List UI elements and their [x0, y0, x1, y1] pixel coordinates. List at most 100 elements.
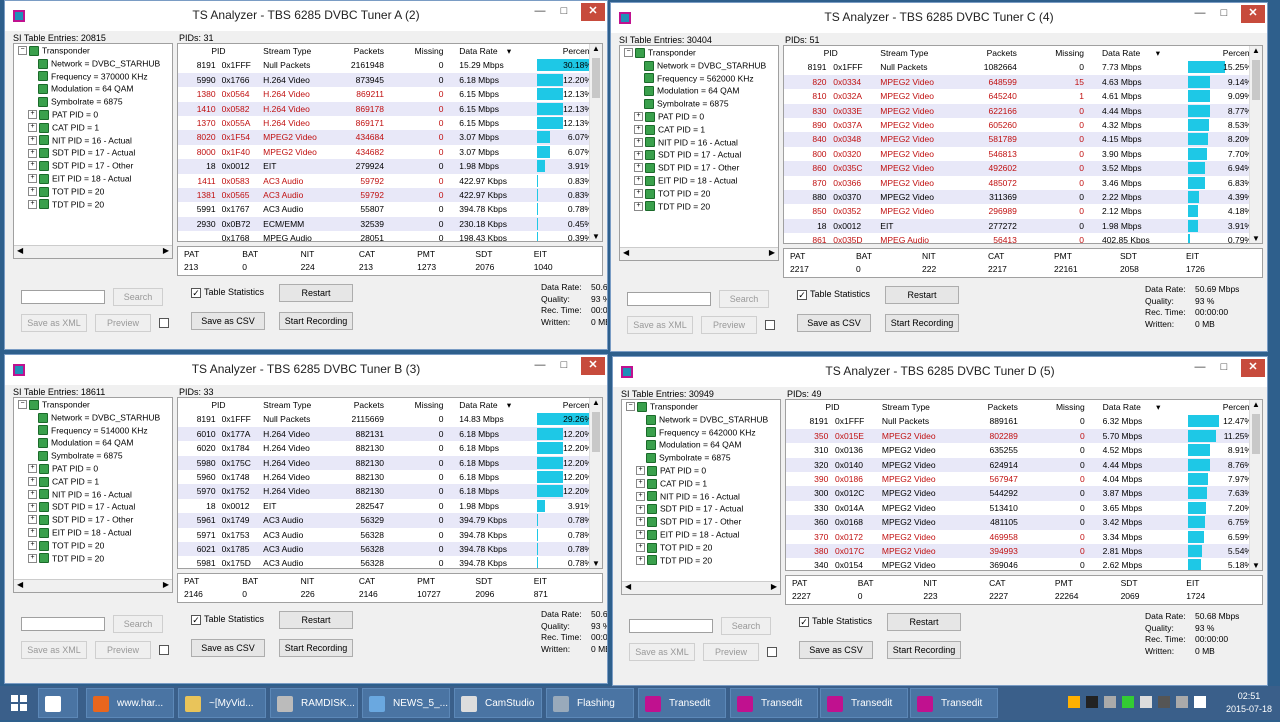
expand-icon[interactable]: +	[28, 553, 37, 563]
table-row[interactable]: 18 0x0012 EIT 282547 0 1.98 Mbps 3.91%	[178, 499, 602, 513]
start-recording-button[interactable]: Start Recording	[279, 312, 353, 330]
taskbar-item[interactable]: Flashing	[546, 688, 634, 718]
table-row[interactable]: 8020 0x1F54 MPEG2 Video 434684 0 3.07 Mbps 6.0…	[178, 130, 602, 145]
preview-checkbox[interactable]	[159, 318, 169, 328]
table-statistics-checkbox[interactable]: ✓	[797, 290, 807, 300]
expand-icon[interactable]: +	[636, 491, 645, 501]
table-vertical-scrollbar[interactable]: ▲ ▼	[1249, 400, 1262, 570]
tree-node[interactable]: Modulation = 64 QAM	[620, 84, 778, 97]
expand-icon[interactable]: +	[634, 150, 643, 160]
table-row[interactable]: 360 0x0168 MPEG2 Video 481105 0 3.42 Mbps 6.75…	[786, 515, 1262, 530]
restart-button[interactable]: Restart	[887, 613, 961, 631]
table-row[interactable]: 370 0x0172 MPEG2 Video 469958 0 3.34 Mbps 6.59…	[786, 530, 1262, 544]
column-header[interactable]: Percent	[527, 44, 592, 58]
close-button[interactable]: ✕	[1241, 359, 1265, 377]
pid-table[interactable]: PID Stream Type Packets Missing Data Rate Per…	[177, 43, 603, 242]
tree-node[interactable]: Modulation = 64 QAM	[622, 438, 780, 451]
tree-node[interactable]: + SDT PID = 17 - Actual	[14, 146, 172, 159]
table-row[interactable]: 320 0x0140 MPEG2 Video 624914 0 4.44 Mbps 8.76…	[786, 457, 1262, 472]
tree-node[interactable]: + SDT PID = 17 - Other	[622, 515, 780, 528]
table-row[interactable]: 0x1768 MPEG Audio 28051 0 198.43 Kbps 0.39%	[178, 231, 602, 241]
start-recording-button[interactable]: Start Recording	[885, 314, 959, 332]
table-row[interactable]: 350 0x015E MPEG2 Video 802289 0 5.70 Mbps 11.2…	[786, 428, 1262, 444]
tree-node[interactable]: Network = DVBC_STARHUB	[622, 413, 780, 426]
column-header[interactable]: PID	[178, 398, 225, 412]
tree-node[interactable]: − Transponder	[622, 400, 780, 413]
tree-horizontal-scrollbar[interactable]: ◀ ▶	[14, 245, 172, 258]
maximize-button[interactable]: □	[551, 357, 577, 375]
tree-node[interactable]: Network = DVBC_STARHUB	[620, 59, 778, 72]
table-row[interactable]: 340 0x0154 MPEG2 Video 369046 0 2.62 Mbps 5.18…	[786, 558, 1262, 570]
expand-icon[interactable]: +	[28, 489, 37, 499]
scroll-up-icon[interactable]: ▲	[1250, 46, 1262, 55]
taskbar-item[interactable]: RAMDISK...	[270, 688, 358, 718]
save-as-xml-button[interactable]: Save as XML	[21, 641, 87, 659]
table-row[interactable]: 390 0x0186 MPEG2 Video 567947 0 4.04 Mbps 7.97…	[786, 472, 1262, 486]
tree-node[interactable]: + PAT PID = 0	[622, 464, 780, 477]
si-tree[interactable]: − Transponder Network = DVBC_STARHUB Freque…	[619, 45, 779, 261]
taskbar-item[interactable]: ~[MyVid...	[178, 688, 266, 718]
preview-checkbox[interactable]	[767, 647, 777, 657]
tree-node[interactable]: + PAT PID = 0	[620, 110, 778, 123]
table-row[interactable]: 310 0x0136 MPEG2 Video 635255 0 4.52 Mbps 8.91…	[786, 443, 1262, 457]
expand-icon[interactable]: +	[28, 187, 37, 197]
scroll-right-icon[interactable]: ▶	[771, 582, 777, 591]
expand-icon[interactable]: +	[634, 112, 643, 122]
column-header[interactable]: Packets	[327, 44, 384, 58]
tree-node[interactable]: Network = DVBC_STARHUB	[14, 57, 172, 70]
column-header[interactable]: Percent	[1178, 400, 1252, 414]
search-input[interactable]	[629, 619, 713, 633]
tree-node[interactable]: Modulation = 64 QAM	[14, 82, 172, 95]
start-button[interactable]	[0, 686, 38, 720]
expand-icon[interactable]: +	[634, 125, 643, 135]
tree-node[interactable]: + TOT PID = 20	[622, 541, 780, 554]
search-button[interactable]: Search	[719, 290, 769, 308]
tree-node[interactable]: + PAT PID = 0	[14, 108, 172, 121]
table-row[interactable]: 880 0x0370 MPEG2 Video 311369 0 2.22 Mbps 4.39…	[784, 189, 1262, 205]
expand-icon[interactable]: +	[28, 135, 37, 145]
restart-button[interactable]: Restart	[885, 286, 959, 304]
sort-desc-icon[interactable]: ▾	[1156, 400, 1160, 414]
tree-node[interactable]: Symbolrate = 6875	[14, 95, 172, 108]
expand-icon[interactable]: +	[28, 110, 37, 120]
save-as-csv-button[interactable]: Save as CSV	[799, 641, 873, 659]
scroll-thumb[interactable]	[1252, 414, 1260, 454]
table-row[interactable]: 18 0x0012 EIT 279924 0 1.98 Mbps 3.91%	[178, 159, 602, 174]
table-row[interactable]: 5991 0x1767 AC3 Audio 55807 0 394.78 Kbps 0.78…	[178, 202, 602, 216]
expand-icon[interactable]: +	[28, 174, 37, 184]
table-row[interactable]: 5971 0x1753 AC3 Audio 56328 0 394.78 Kbps 0.78…	[178, 528, 602, 542]
scroll-up-icon[interactable]: ▲	[1250, 400, 1262, 409]
table-row[interactable]: 1380 0x0564 H.264 Video 869211 0 6.15 Mbps 12.…	[178, 87, 602, 101]
scroll-left-icon[interactable]: ◀	[17, 580, 23, 589]
tree-node[interactable]: + EIT PID = 18 - Actual	[14, 526, 172, 539]
expand-icon[interactable]: +	[636, 479, 645, 489]
column-header[interactable]: PID	[786, 400, 839, 414]
scroll-left-icon[interactable]: ◀	[625, 582, 631, 591]
column-header[interactable]: Packets	[327, 398, 384, 412]
minimize-button[interactable]: —	[527, 3, 553, 21]
table-row[interactable]: 6020 0x1784 H.264 Video 882130 0 6.18 Mbps 12.…	[178, 441, 602, 455]
table-vertical-scrollbar[interactable]: ▲ ▼	[589, 398, 602, 568]
column-header[interactable]: Packets	[952, 46, 1017, 60]
sort-desc-icon[interactable]: ▾	[507, 44, 511, 58]
taskbar-item[interactable]: NEWS_5_...	[362, 688, 450, 718]
restart-button[interactable]: Restart	[279, 284, 353, 302]
column-header[interactable]: Missing	[388, 398, 444, 412]
tree-horizontal-scrollbar[interactable]: ◀ ▶	[622, 581, 780, 594]
tree-node[interactable]: + SDT PID = 17 - Actual	[14, 500, 172, 513]
tree-node[interactable]: Symbolrate = 6875	[620, 97, 778, 110]
expand-icon[interactable]: +	[634, 137, 643, 147]
start-recording-button[interactable]: Start Recording	[279, 639, 353, 657]
expand-icon[interactable]: +	[636, 504, 645, 514]
pid-table[interactable]: PID Stream Type Packets Missing Data Rate Per…	[177, 397, 603, 569]
scroll-right-icon[interactable]: ▶	[163, 246, 169, 255]
tree-node[interactable]: + TDT PID = 20	[14, 552, 172, 565]
table-vertical-scrollbar[interactable]: ▲ ▼	[589, 44, 602, 241]
table-row[interactable]: 6010 0x177A H.264 Video 882131 0 6.18 Mbps 12.…	[178, 426, 602, 442]
preview-button[interactable]: Preview	[703, 643, 759, 661]
expand-icon[interactable]: +	[636, 517, 645, 527]
expand-icon[interactable]: +	[634, 176, 643, 186]
tree-node[interactable]: + SDT PID = 17 - Actual	[620, 148, 778, 161]
expand-icon[interactable]: +	[28, 541, 37, 551]
table-row[interactable]: 2930 0x0B72 ECM/EMM 32539 0 230.18 Kbps 0.45%	[178, 216, 602, 232]
